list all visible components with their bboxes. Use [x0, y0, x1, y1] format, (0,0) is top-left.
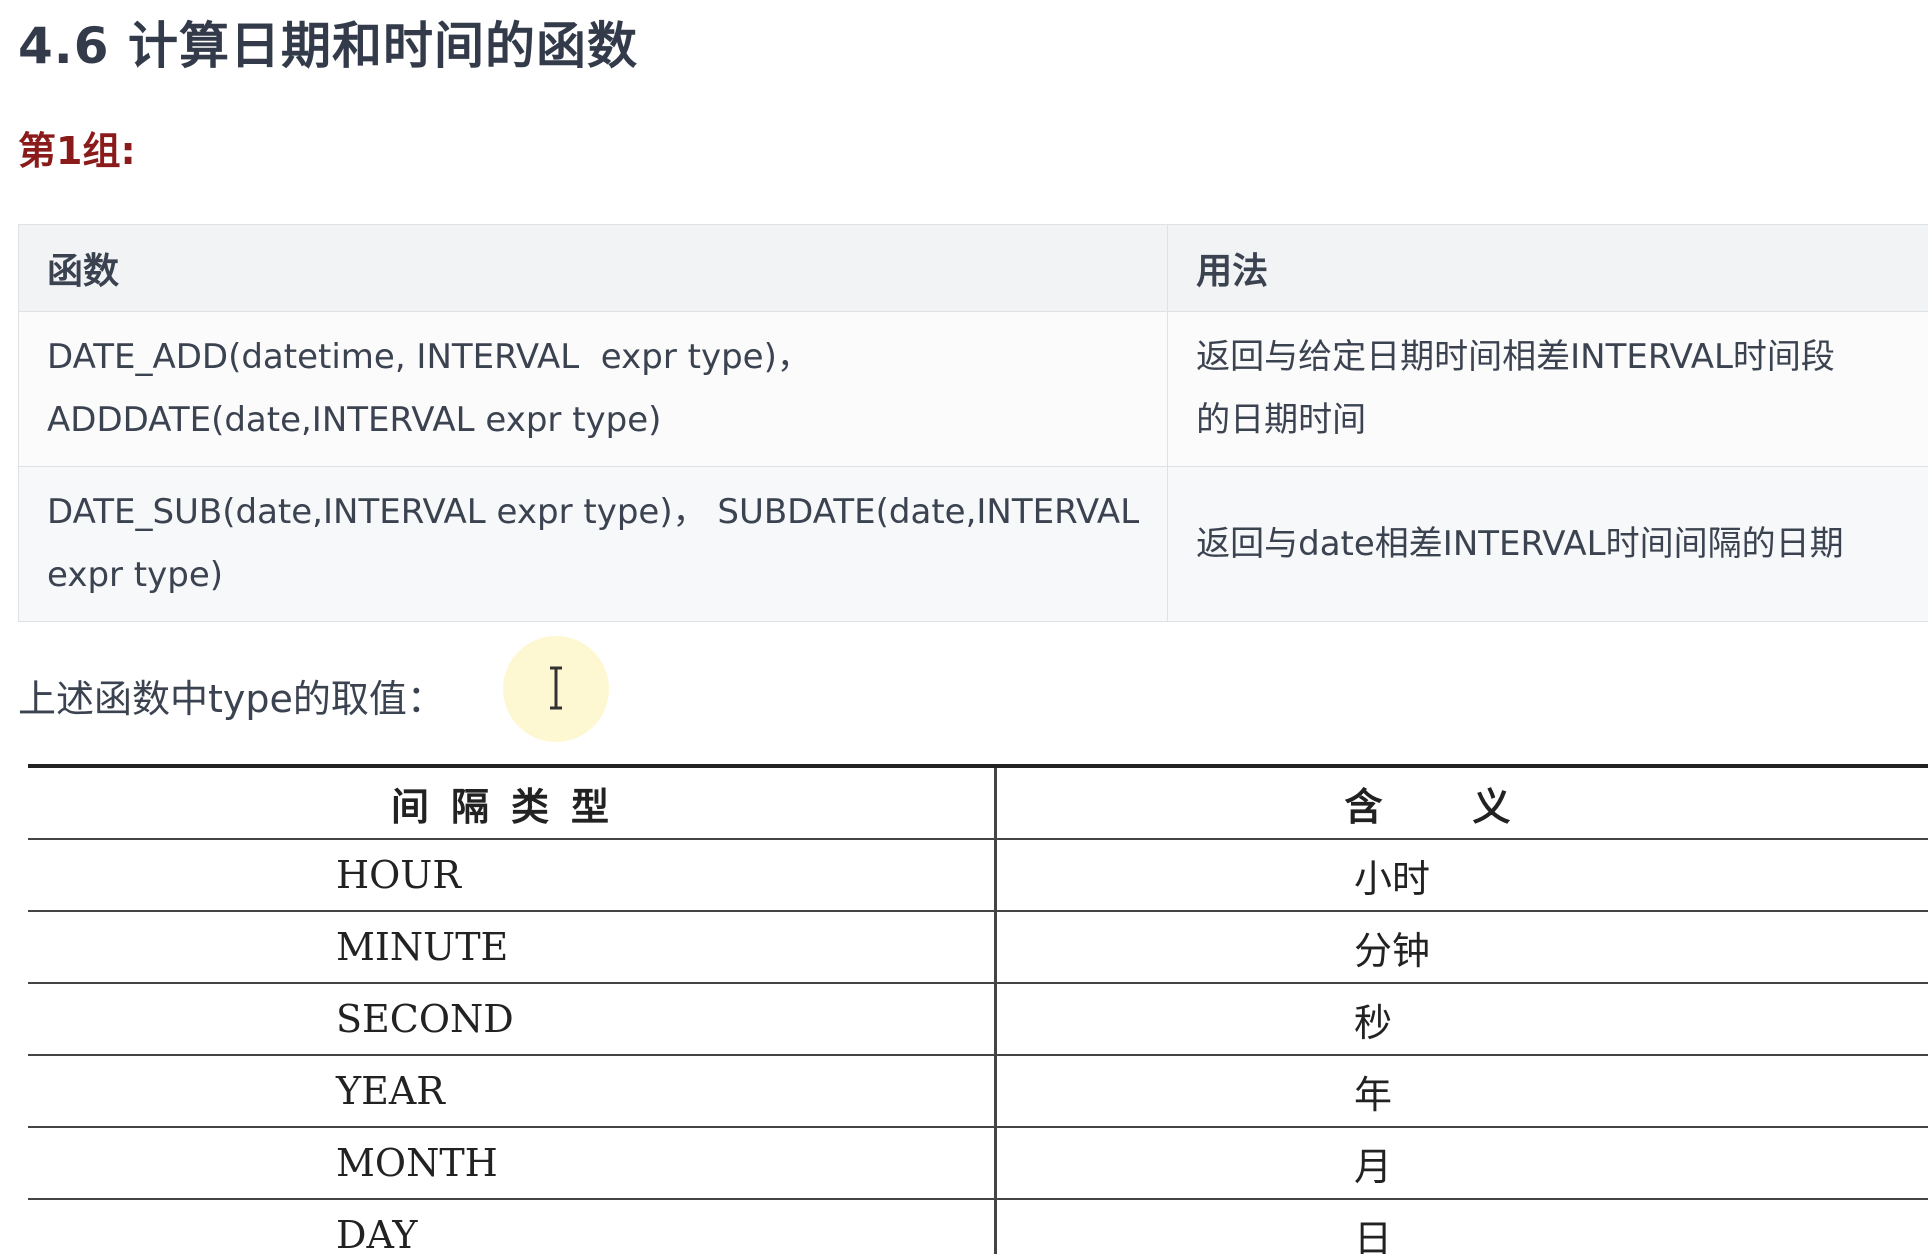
function-line: expr type) [47, 555, 224, 595]
function-table-header-row: 函数 用法 [17, 224, 1928, 312]
function-line: DATE_ADD(datetime, INTERVAL expr type)， [47, 337, 811, 377]
function-table: 函数 用法 DATE_ADD(datetime, INTERVAL expr t… [17, 224, 1928, 622]
function-cell: DATE_ADD(datetime, INTERVAL expr type)， … [17, 311, 1169, 467]
interval-type-cell: HOUR [28, 839, 997, 912]
usage-line: 的日期时间 [1196, 400, 1367, 440]
table-row: HOUR 小时 [28, 839, 1928, 912]
meaning-cell: 月 [995, 1127, 1928, 1200]
table-row: DAY 日 [28, 1199, 1928, 1254]
usage-line: 返回与给定日期时间相差INTERVAL时间段 [1196, 337, 1835, 377]
table-row: YEAR 年 [28, 1055, 1928, 1128]
interval-type-cell: MINUTE [28, 911, 997, 984]
header-meaning: 含义 [995, 766, 1928, 840]
text-cursor-icon [550, 666, 562, 710]
table-row: MONTH 月 [28, 1127, 1928, 1200]
function-cell: DATE_SUB(date,INTERVAL expr type)， SUBDA… [17, 466, 1169, 622]
header-function: 函数 [17, 224, 1169, 312]
document-page: 4.6 计算日期和时间的函数 第1组: 函数 用法 DATE_ADD(datet… [0, 0, 1928, 1254]
meaning-cell: 日 [995, 1199, 1928, 1254]
section-title: 4.6 计算日期和时间的函数 [18, 17, 638, 75]
table-row: SECOND 秒 [28, 983, 1928, 1056]
group-label: 第1组: [18, 129, 136, 173]
type-values-note: 上述函数中type的取值： [18, 677, 445, 721]
function-line: ADDDATE(date,INTERVAL expr type) [47, 400, 662, 440]
usage-line: 返回与date相差INTERVAL时间间隔的日期 [1196, 523, 1844, 564]
interval-type-table: 间隔类型 含义 HOUR 小时 MINUTE 分钟 SECOND 秒 YEAR … [28, 764, 1928, 1254]
header-usage: 用法 [1167, 224, 1928, 312]
usage-cell: 返回与date相差INTERVAL时间间隔的日期 [1167, 466, 1928, 622]
table-row: DATE_ADD(datetime, INTERVAL expr type)， … [17, 311, 1928, 467]
meaning-cell: 小时 [995, 839, 1928, 912]
interval-type-cell: SECOND [28, 983, 997, 1056]
interval-type-cell: DAY [28, 1199, 997, 1254]
meaning-cell: 年 [995, 1055, 1928, 1128]
table-row: MINUTE 分钟 [28, 911, 1928, 984]
meaning-cell: 秒 [995, 983, 1928, 1056]
interval-type-cell: MONTH [28, 1127, 997, 1200]
header-interval-type: 间隔类型 [28, 766, 997, 840]
meaning-cell: 分钟 [995, 911, 1928, 984]
interval-type-cell: YEAR [28, 1055, 997, 1128]
type-table-header-row: 间隔类型 含义 [28, 766, 1928, 840]
usage-cell: 返回与给定日期时间相差INTERVAL时间段 的日期时间 [1167, 311, 1928, 467]
table-row: DATE_SUB(date,INTERVAL expr type)， SUBDA… [17, 466, 1928, 622]
function-line: DATE_SUB(date,INTERVAL expr type)， SUBDA… [47, 492, 1140, 532]
header-meaning-text: 含义 [1344, 784, 1601, 829]
